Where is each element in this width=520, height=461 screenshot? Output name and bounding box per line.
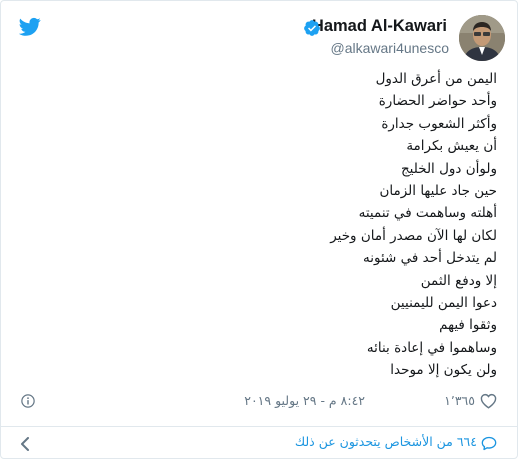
tweet-footer: ٨:٤٢ م - ٢٩ يوليو ٢٠١٩ ١٬٣٦٥ (1, 391, 517, 411)
divider (1, 426, 517, 427)
tweet-line: اليمن من أعرق الدول (375, 71, 497, 87)
conversation-link[interactable]: ٦٦٤ من الأشخاص يتحدثون عن ذلك (295, 434, 477, 449)
tweet-timestamp[interactable]: ٨:٤٢ م - ٢٩ يوليو ٢٠١٩ (244, 393, 365, 408)
avatar[interactable] (459, 15, 505, 61)
twitter-bird-icon[interactable] (19, 17, 41, 37)
tweet-line: أن يعيش بكرامة (406, 138, 497, 155)
comment-bubble-icon[interactable] (481, 436, 497, 451)
avatar-portrait-icon (459, 15, 505, 61)
author-name[interactable]: Hamad Al-Kawari (312, 17, 447, 36)
tweet-line: دعوا اليمن لليمنيين (390, 295, 497, 312)
tweet-line: إلا ودفع الثمن (420, 272, 497, 289)
heart-icon (480, 393, 497, 409)
tweet-line: وساهموا في إعادة بنائه (366, 339, 497, 356)
tweet-line: وأكثر الشعوب جدارة (381, 115, 497, 132)
tweet-line: أهلته وساهمت في تنميته (358, 205, 497, 222)
tweet-line: ولوأن دول الخليج (400, 160, 497, 177)
tweet-card[interactable]: Hamad Al-Kawari @alkawari4unesco اليمن م… (0, 0, 518, 459)
author-handle[interactable]: @alkawari4unesco (331, 40, 450, 56)
tweet-line: لم يتدخل أحد في شئونه (363, 250, 497, 267)
tweet-line: وثقوا فيهم (439, 317, 497, 334)
info-icon[interactable] (21, 394, 35, 408)
tweet-line: حين جاد عليها الزمان (379, 183, 497, 200)
tweet-line: ولن يكون إلا موحدا (390, 362, 497, 379)
like-count: ١٬٣٦٥ (444, 393, 475, 408)
chevron-left-icon[interactable] (20, 437, 30, 451)
tweet-text: اليمن من أعرق الدول وأحد حواضر الحضارة و… (197, 68, 497, 382)
tweet-line: وأحد حواضر الحضارة (378, 93, 497, 110)
verified-badge-icon (304, 20, 320, 36)
tweet-line: لكان لها الآن مصدر أمان وخير (330, 227, 497, 244)
